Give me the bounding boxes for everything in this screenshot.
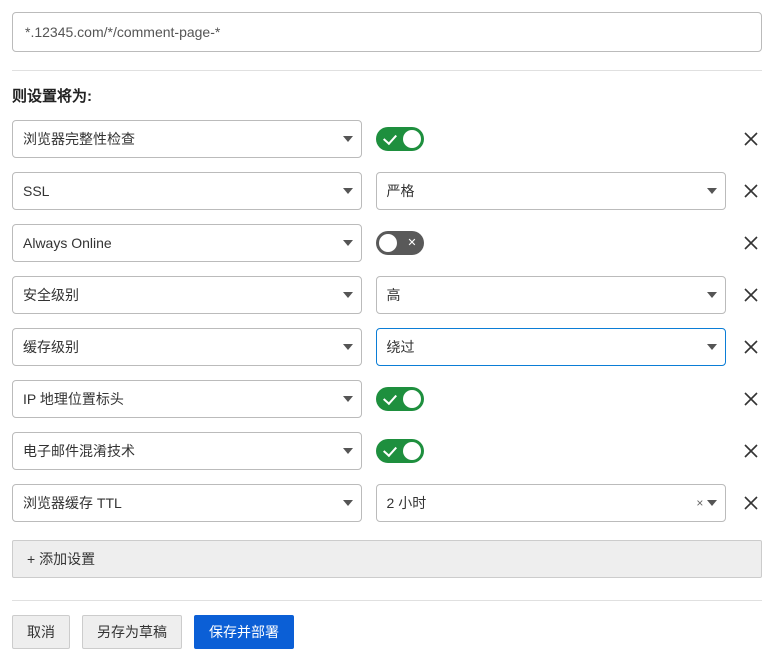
caret-down-icon — [343, 396, 353, 402]
remove-row-button[interactable] — [740, 336, 762, 358]
setting-select-label: 安全级别 — [23, 285, 79, 305]
caret-down-icon — [707, 500, 717, 506]
close-icon — [743, 131, 759, 147]
close-icon — [743, 235, 759, 251]
toggle-switch[interactable] — [376, 127, 424, 151]
toggle-knob — [403, 130, 421, 148]
value-slot — [376, 127, 727, 151]
clear-value-icon[interactable]: × — [696, 497, 703, 509]
setting-row: Always Online — [12, 224, 762, 262]
value-slot — [376, 439, 727, 463]
setting-row: 安全级别 高 — [12, 276, 762, 314]
toggle-knob — [403, 390, 421, 408]
close-icon — [743, 443, 759, 459]
setting-select[interactable]: IP 地理位置标头 — [12, 380, 362, 418]
caret-down-icon — [343, 344, 353, 350]
caret-down-icon — [707, 292, 717, 298]
setting-select-label: Always Online — [23, 235, 112, 251]
setting-select-label: 浏览器缓存 TTL — [23, 493, 122, 513]
value-select-label: 严格 — [387, 181, 415, 201]
setting-row: SSL 严格 — [12, 172, 762, 210]
setting-select[interactable]: 安全级别 — [12, 276, 362, 314]
add-setting-button[interactable]: + 添加设置 — [12, 540, 762, 578]
toggle-knob — [379, 234, 397, 252]
save-draft-button[interactable]: 另存为草稿 — [82, 615, 182, 649]
setting-row: 浏览器完整性检查 — [12, 120, 762, 158]
toggle-knob — [403, 442, 421, 460]
caret-down-icon — [707, 188, 717, 194]
setting-select[interactable]: SSL — [12, 172, 362, 210]
caret-down-icon — [707, 344, 717, 350]
close-icon — [743, 183, 759, 199]
caret-down-icon — [343, 136, 353, 142]
remove-row-button[interactable] — [740, 232, 762, 254]
caret-down-icon — [343, 240, 353, 246]
setting-select[interactable]: Always Online — [12, 224, 362, 262]
divider — [12, 70, 762, 71]
close-icon — [743, 339, 759, 355]
close-icon — [743, 391, 759, 407]
setting-select[interactable]: 电子邮件混淆技术 — [12, 432, 362, 470]
value-slot — [376, 231, 727, 255]
caret-down-icon — [343, 188, 353, 194]
value-select-label: 高 — [387, 285, 401, 305]
toggle-switch[interactable] — [376, 439, 424, 463]
value-slot: 严格 — [376, 172, 727, 210]
setting-select-label: 电子邮件混淆技术 — [23, 441, 135, 461]
value-select[interactable]: 严格 — [376, 172, 727, 210]
remove-row-button[interactable] — [740, 440, 762, 462]
setting-select-label: IP 地理位置标头 — [23, 389, 124, 409]
remove-row-button[interactable] — [740, 284, 762, 306]
setting-row: 浏览器缓存 TTL 2 小时 × — [12, 484, 762, 522]
value-select-label: 2 小时 — [387, 493, 427, 513]
toggle-switch[interactable] — [376, 387, 424, 411]
setting-select[interactable]: 浏览器完整性检查 — [12, 120, 362, 158]
value-select-label: 绕过 — [387, 337, 415, 357]
toggle-switch[interactable] — [376, 231, 424, 255]
setting-select-label: 缓存级别 — [23, 337, 79, 357]
value-select[interactable]: 2 小时 × — [376, 484, 727, 522]
save-deploy-button[interactable]: 保存并部署 — [194, 615, 294, 649]
cancel-button[interactable]: 取消 — [12, 615, 70, 649]
setting-select-label: 浏览器完整性检查 — [23, 129, 135, 149]
remove-row-button[interactable] — [740, 128, 762, 150]
caret-down-icon — [343, 292, 353, 298]
remove-row-button[interactable] — [740, 492, 762, 514]
value-slot — [376, 387, 727, 411]
remove-row-button[interactable] — [740, 388, 762, 410]
value-slot: 绕过 — [376, 328, 727, 366]
url-pattern-input[interactable] — [12, 12, 762, 52]
value-select[interactable]: 绕过 — [376, 328, 727, 366]
close-icon — [743, 287, 759, 303]
caret-down-icon — [343, 448, 353, 454]
caret-down-icon — [343, 500, 353, 506]
setting-row: 缓存级别 绕过 — [12, 328, 762, 366]
setting-row: IP 地理位置标头 — [12, 380, 762, 418]
value-slot: 高 — [376, 276, 727, 314]
value-slot: 2 小时 × — [376, 484, 727, 522]
setting-row: 电子邮件混淆技术 — [12, 432, 762, 470]
value-select[interactable]: 高 — [376, 276, 727, 314]
close-icon — [743, 495, 759, 511]
remove-row-button[interactable] — [740, 180, 762, 202]
setting-select-label: SSL — [23, 183, 49, 199]
setting-select[interactable]: 缓存级别 — [12, 328, 362, 366]
setting-select[interactable]: 浏览器缓存 TTL — [12, 484, 362, 522]
footer-divider — [12, 600, 762, 601]
section-title: 则设置将为: — [12, 85, 762, 106]
